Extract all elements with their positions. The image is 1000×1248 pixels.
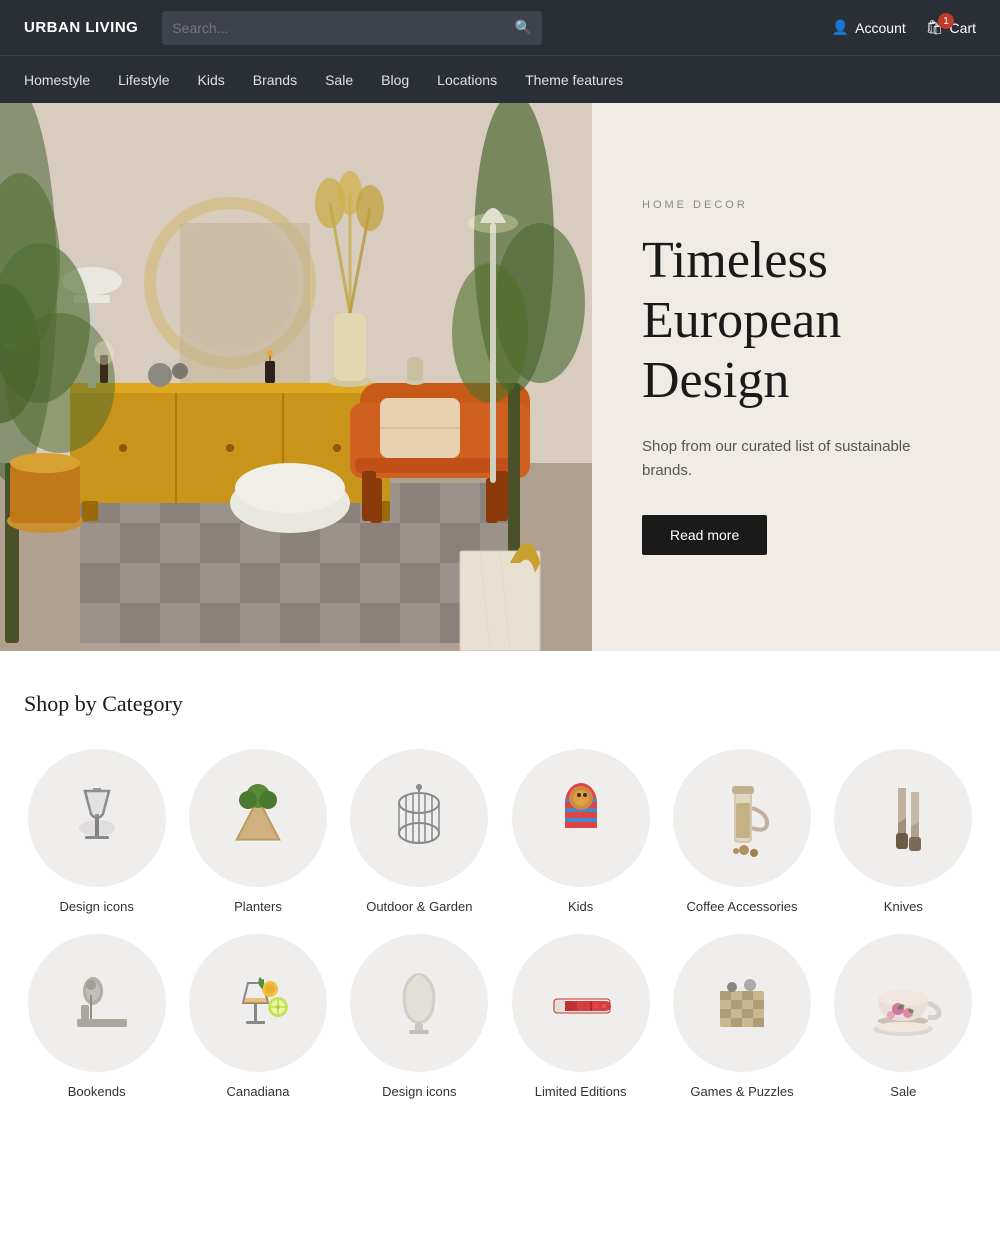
category-circle-design-icons-2	[350, 934, 488, 1072]
cart-button[interactable]: 1 🛍 Cart	[926, 19, 976, 36]
category-label-coffee: Coffee Accessories	[686, 899, 797, 914]
hero-label: HOME DECOR	[642, 199, 950, 211]
cart-badge: 1	[938, 13, 954, 29]
knives-image	[863, 778, 943, 858]
category-label-design-icons-2: Design icons	[382, 1084, 456, 1099]
search-input[interactable]	[172, 20, 515, 36]
nav-item-lifestyle[interactable]: Lifestyle	[118, 68, 169, 92]
category-circle-canadiana	[189, 934, 327, 1072]
category-grid: Design icons Planters	[24, 749, 976, 1099]
account-button[interactable]: 👤 Account	[832, 19, 906, 36]
header: URBAN LIVING 🔍 👤 Account 1 🛍 Cart	[0, 0, 1000, 55]
account-label: Account	[855, 20, 906, 36]
category-item-sale[interactable]: Sale	[831, 934, 976, 1099]
hero-image	[0, 103, 592, 651]
category-label-games: Games & Puzzles	[690, 1084, 793, 1099]
header-right: 👤 Account 1 🛍 Cart	[832, 19, 976, 36]
category-circle-bookends	[28, 934, 166, 1072]
nav-item-blog[interactable]: Blog	[381, 68, 409, 92]
category-item-kids[interactable]: Kids	[508, 749, 653, 914]
games-image	[702, 963, 782, 1043]
category-circle-knives	[834, 749, 972, 887]
section-title: Shop by Category	[24, 691, 976, 717]
category-circle-outdoor	[350, 749, 488, 887]
nav-item-kids[interactable]: Kids	[198, 68, 225, 92]
category-label-design-icons: Design icons	[59, 899, 133, 914]
category-item-knives[interactable]: Knives	[831, 749, 976, 914]
category-label-bookends: Bookends	[68, 1084, 126, 1099]
outdoor-image	[379, 778, 459, 858]
category-circle-design-icons	[28, 749, 166, 887]
nav-item-locations[interactable]: Locations	[437, 68, 497, 92]
main-nav: Homestyle Lifestyle Kids Brands Sale Blo…	[0, 55, 1000, 103]
read-more-button[interactable]: Read more	[642, 515, 767, 555]
category-label-canadiana: Canadiana	[227, 1084, 290, 1099]
category-circle-coffee	[673, 749, 811, 887]
category-label-limited: Limited Editions	[535, 1084, 627, 1099]
category-label-sale: Sale	[890, 1084, 916, 1099]
planters-image	[218, 778, 298, 858]
hero-content: HOME DECOR Timeless European Design Shop…	[592, 103, 1000, 651]
category-item-outdoor[interactable]: Outdoor & Garden	[347, 749, 492, 914]
nav-item-theme-features[interactable]: Theme features	[525, 68, 623, 92]
kids-image	[541, 778, 621, 858]
search-icon: 🔍	[515, 19, 532, 36]
category-circle-sale	[834, 934, 972, 1072]
nav-item-homestyle[interactable]: Homestyle	[24, 68, 90, 92]
shop-section: Shop by Category Design icons	[0, 651, 1000, 1159]
category-item-coffee[interactable]: Coffee Accessories	[669, 749, 814, 914]
bookends-image	[57, 963, 137, 1043]
hero-title: Timeless European Design	[642, 231, 950, 410]
category-item-planters[interactable]: Planters	[185, 749, 330, 914]
hero-section: HOME DECOR Timeless European Design Shop…	[0, 103, 1000, 651]
category-item-limited[interactable]: Limited Editions	[508, 934, 653, 1099]
category-circle-games	[673, 934, 811, 1072]
hero-description: Shop from our curated list of sustainabl…	[642, 435, 922, 483]
search-bar[interactable]: 🔍	[162, 11, 542, 45]
category-circle-planters	[189, 749, 327, 887]
sale-image	[863, 963, 943, 1043]
room-illustration	[0, 103, 592, 651]
category-circle-kids	[512, 749, 650, 887]
category-circle-limited	[512, 934, 650, 1072]
category-label-planters: Planters	[234, 899, 282, 914]
category-item-games[interactable]: Games & Puzzles	[669, 934, 814, 1099]
category-item-bookends[interactable]: Bookends	[24, 934, 169, 1099]
canadiana-image	[218, 963, 298, 1043]
nav-item-sale[interactable]: Sale	[325, 68, 353, 92]
logo[interactable]: URBAN LIVING	[24, 19, 138, 36]
nav-item-brands[interactable]: Brands	[253, 68, 297, 92]
category-label-kids: Kids	[568, 899, 593, 914]
coffee-image	[702, 778, 782, 858]
limited-image	[541, 963, 621, 1043]
category-label-knives: Knives	[884, 899, 923, 914]
design-icons-2-image	[379, 963, 459, 1043]
account-icon: 👤	[832, 19, 849, 36]
category-item-design-icons[interactable]: Design icons	[24, 749, 169, 914]
design-icons-image	[57, 778, 137, 858]
category-item-design-icons-2[interactable]: Design icons	[347, 934, 492, 1099]
category-label-outdoor: Outdoor & Garden	[366, 899, 472, 914]
category-item-canadiana[interactable]: Canadiana	[185, 934, 330, 1099]
